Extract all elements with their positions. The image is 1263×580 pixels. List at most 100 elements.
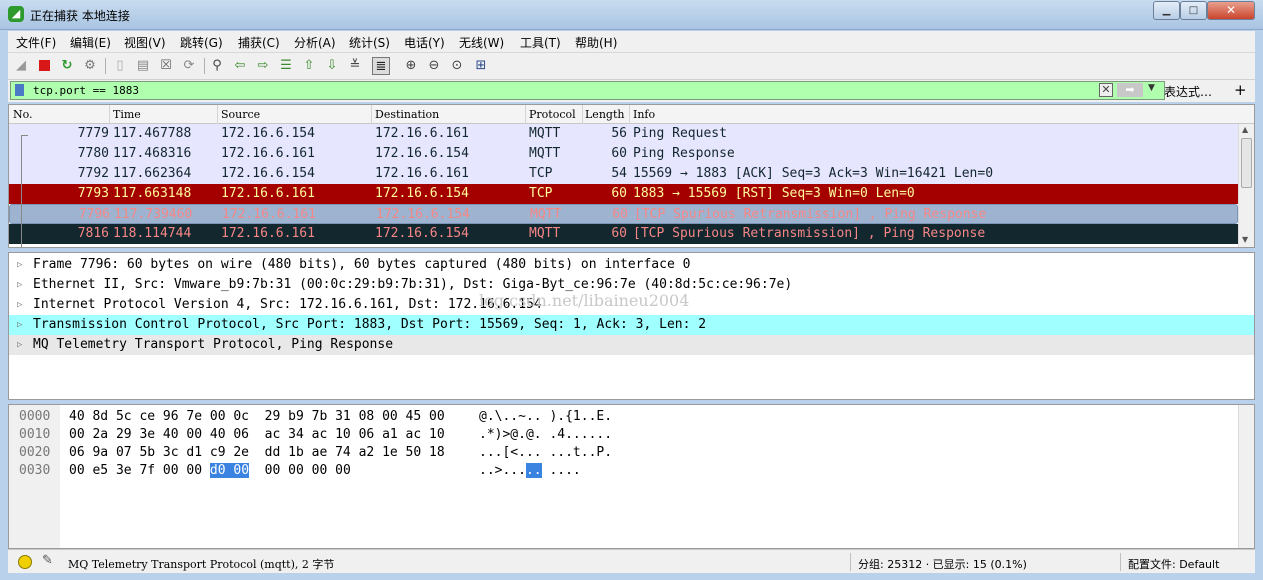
packet-row[interactable]: 7793 117.663148 172.16.6.161 172.16.6.154 TC… bbox=[9, 184, 1238, 204]
save-file-icon[interactable]: ▤ bbox=[134, 57, 152, 75]
start-capture-icon[interactable]: ◢ bbox=[12, 57, 30, 75]
packet-protocol: MQTT bbox=[529, 146, 561, 161]
menu-capture[interactable]: 捕获(C) bbox=[238, 34, 280, 51]
column-header-destination[interactable]: Destination bbox=[375, 108, 439, 121]
open-file-icon[interactable]: ▯ bbox=[111, 57, 129, 75]
packet-source: 172.16.6.161 bbox=[221, 146, 315, 161]
menu-go[interactable]: 跳转(G) bbox=[180, 34, 223, 51]
reload-file-icon[interactable]: ⟳ bbox=[180, 57, 198, 75]
hex-offset: 0010 bbox=[19, 427, 51, 442]
capture-options-icon[interactable]: ⚙ bbox=[81, 57, 99, 75]
stop-capture-icon[interactable] bbox=[35, 57, 53, 75]
bytes-scrollbar[interactable] bbox=[1238, 405, 1254, 548]
scrollbar-thumb[interactable] bbox=[1241, 138, 1252, 188]
display-filter-input[interactable]: tcp.port == 1883 ✕ ➡ ▼ bbox=[10, 81, 1165, 100]
expand-arrow-icon[interactable]: ▷ bbox=[17, 295, 22, 315]
filter-text[interactable]: tcp.port == 1883 bbox=[33, 84, 139, 97]
menu-file[interactable]: 文件(F) bbox=[16, 34, 56, 51]
colorize-icon[interactable]: ≣ bbox=[372, 57, 390, 75]
normal-size-icon[interactable]: ⊙ bbox=[448, 57, 466, 75]
column-divider[interactable] bbox=[525, 105, 526, 124]
packet-row[interactable]: 7779 117.467788 172.16.6.154 172.16.6.161 MQ… bbox=[9, 124, 1238, 144]
column-divider[interactable] bbox=[629, 105, 630, 124]
zoom-out-icon[interactable]: ⊖ bbox=[425, 57, 443, 75]
packet-row[interactable]: 7780 117.468316 172.16.6.161 172.16.6.154 MQ… bbox=[9, 144, 1238, 164]
packet-time: 117.663148 bbox=[113, 186, 192, 201]
column-header-protocol[interactable]: Protocol bbox=[529, 108, 576, 121]
expand-arrow-icon[interactable]: ▷ bbox=[17, 275, 22, 295]
column-header-length[interactable]: Length bbox=[585, 108, 624, 121]
menu-tools[interactable]: 工具(T) bbox=[520, 34, 561, 51]
hex-segment: 00 e5 3e 7f 00 00 bbox=[69, 463, 210, 478]
menu-view[interactable]: 视图(V) bbox=[124, 34, 166, 51]
expand-arrow-icon[interactable]: ▷ bbox=[17, 255, 22, 275]
hex-offset: 0000 bbox=[19, 409, 51, 424]
hex-segment: 00 00 00 00 bbox=[249, 463, 351, 478]
zoom-in-icon[interactable]: ⊕ bbox=[402, 57, 420, 75]
detail-row[interactable]: ▷ Transmission Control Protocol, Src Port… bbox=[9, 315, 1254, 335]
menu-edit[interactable]: 编辑(E) bbox=[70, 34, 111, 51]
column-divider[interactable] bbox=[582, 105, 583, 124]
last-packet-icon[interactable]: ⇩ bbox=[323, 57, 341, 75]
detail-text: Internet Protocol Version 4, Src: 172.16… bbox=[33, 297, 542, 312]
close-button[interactable]: ✕ bbox=[1207, 1, 1255, 20]
column-divider[interactable] bbox=[371, 105, 372, 124]
chevron-down-icon[interactable]: ▼ bbox=[1148, 83, 1155, 93]
menu-statistics[interactable]: 统计(S) bbox=[349, 34, 390, 51]
column-divider[interactable] bbox=[217, 105, 218, 124]
packet-length: 60 bbox=[611, 226, 627, 241]
menu-analyze[interactable]: 分析(A) bbox=[294, 34, 336, 51]
close-file-icon[interactable]: ☒ bbox=[157, 57, 175, 75]
expression-button[interactable]: 表达式… bbox=[1164, 83, 1212, 100]
packet-source: 172.16.6.154 bbox=[221, 126, 315, 141]
first-packet-icon[interactable]: ⇧ bbox=[300, 57, 318, 75]
packet-length: 56 bbox=[611, 126, 627, 141]
packet-bytes-pane: 0000 40 8d 5c ce 96 7e 00 0c 29 b9 7b 31 … bbox=[8, 404, 1255, 549]
clear-filter-icon[interactable]: ✕ bbox=[1099, 83, 1113, 97]
maximize-button[interactable]: □ bbox=[1180, 1, 1207, 20]
autoscroll-icon[interactable]: ≚ bbox=[346, 57, 364, 75]
scroll-down-icon[interactable]: ▼ bbox=[1242, 235, 1248, 244]
column-header-no[interactable]: No. bbox=[13, 108, 33, 121]
packet-row[interactable]: 7796 117.739460 172.16.6.161 172.16.6.154 MQ… bbox=[9, 204, 1238, 224]
packet-row[interactable]: 7816 118.114744 172.16.6.161 172.16.6.154 MQ… bbox=[9, 224, 1238, 244]
apply-filter-icon[interactable]: ➡ bbox=[1117, 83, 1143, 97]
column-divider[interactable] bbox=[109, 105, 110, 124]
menu-help[interactable]: 帮助(H) bbox=[575, 34, 617, 51]
hex-bytes: 00 e5 3e 7f 00 00 d0 00 00 00 00 00 bbox=[69, 462, 351, 480]
scroll-up-icon[interactable]: ▲ bbox=[1242, 125, 1248, 134]
expand-arrow-icon[interactable]: ▷ bbox=[17, 315, 22, 335]
packet-number: 7779 bbox=[77, 126, 109, 141]
go-forward-icon[interactable]: ⇨ bbox=[254, 57, 272, 75]
packet-destination: 172.16.6.161 bbox=[375, 126, 469, 141]
find-packet-icon[interactable]: ⚲ bbox=[208, 57, 226, 75]
packet-list-scrollbar[interactable]: ▲ ▼ bbox=[1238, 124, 1254, 247]
restart-capture-icon[interactable]: ↻ bbox=[58, 57, 76, 75]
packet-protocol: TCP bbox=[529, 166, 553, 181]
packet-row[interactable]: 7792 117.662364 172.16.6.154 172.16.6.161 TC… bbox=[9, 164, 1238, 184]
hex-bytes: 40 8d 5c ce 96 7e 00 0c 29 b9 7b 31 08 0… bbox=[69, 409, 445, 424]
packet-number: 7792 bbox=[77, 166, 109, 181]
column-header-source[interactable]: Source bbox=[221, 108, 260, 121]
detail-row[interactable]: ▷ Frame 7796: 60 bytes on wire (480 bits)… bbox=[9, 255, 1254, 275]
ascii-segment: .... bbox=[541, 463, 581, 478]
go-to-packet-icon[interactable]: ☰ bbox=[277, 57, 295, 75]
column-header-info[interactable]: Info bbox=[633, 108, 655, 121]
packet-time: 118.114744 bbox=[113, 226, 192, 241]
minimize-button[interactable]: ▁ bbox=[1153, 1, 1180, 20]
capture-comment-icon[interactable]: ✎ bbox=[42, 553, 53, 568]
configuration-profile[interactable]: 配置文件: Default bbox=[1128, 556, 1219, 572]
menu-telephony[interactable]: 电话(Y) bbox=[404, 34, 445, 51]
column-header-time[interactable]: Time bbox=[113, 108, 141, 121]
packet-list-header: No. Time Source Destination Protocol Len… bbox=[9, 105, 1254, 124]
bookmark-icon[interactable] bbox=[15, 84, 24, 96]
detail-row[interactable]: ▷ MQ Telemetry Transport Protocol, Ping R… bbox=[9, 335, 1254, 355]
expand-arrow-icon[interactable]: ▷ bbox=[17, 335, 22, 355]
add-filter-button[interactable]: + bbox=[1234, 81, 1247, 99]
menu-wireless[interactable]: 无线(W) bbox=[459, 34, 504, 51]
packet-destination: 172.16.6.154 bbox=[375, 186, 469, 201]
display-filter-bar: tcp.port == 1883 ✕ ➡ ▼ 表达式… + bbox=[8, 80, 1255, 102]
expert-info-icon[interactable] bbox=[18, 555, 32, 569]
go-back-icon[interactable]: ⇦ bbox=[231, 57, 249, 75]
resize-columns-icon[interactable]: ⊞ bbox=[472, 57, 490, 75]
